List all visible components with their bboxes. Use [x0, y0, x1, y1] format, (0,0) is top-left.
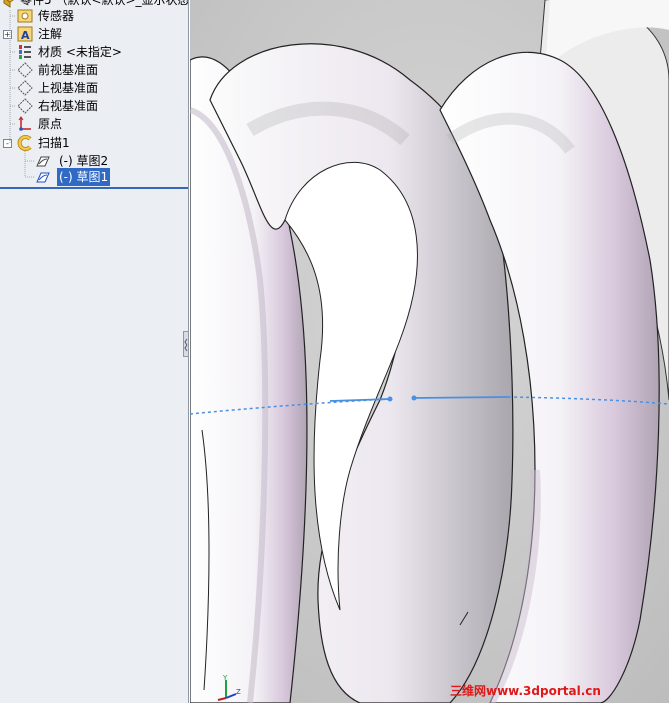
watermark: 三维网www.3dportal.cn [450, 684, 601, 698]
tree-connector-lines [9, 10, 34, 178]
graphics-viewport[interactable]: Y Z [190, 0, 669, 703]
feature-manager-tree: 零件5 （默认<默认>_显示状态 传感器 + A 注解 材质 <未指定> 前视基… [0, 0, 189, 703]
triad-z-label: Z [236, 688, 241, 696]
panel-splitter-handle[interactable] [183, 331, 188, 357]
sketch-point[interactable] [387, 396, 393, 402]
sketch-point[interactable] [411, 395, 417, 401]
rollback-bar[interactable] [0, 187, 188, 189]
coordinate-triad: Y Z [217, 674, 241, 701]
tree-item-label: (-) 草图1 [57, 168, 111, 186]
helix-spring-model [190, 0, 669, 703]
triad-y-label: Y [222, 674, 228, 682]
